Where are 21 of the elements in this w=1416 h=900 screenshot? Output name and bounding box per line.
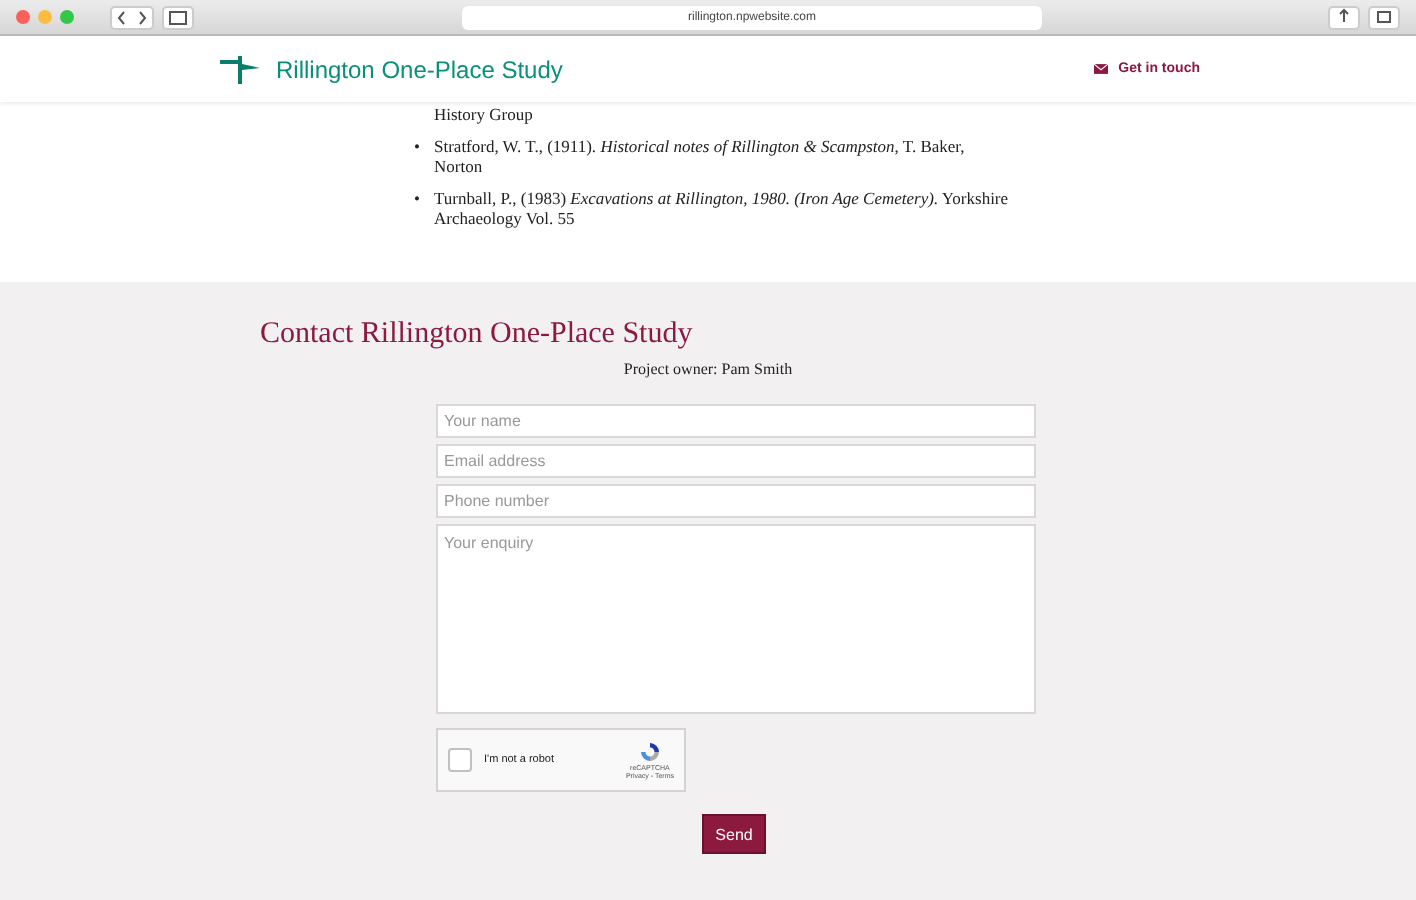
- project-owner: Project owner: Pam Smith: [621, 360, 795, 378]
- enquiry-field[interactable]: Your enquiry: [436, 524, 1036, 714]
- envelope-icon: [1094, 64, 1109, 74]
- send-button[interactable]: Send: [702, 814, 766, 854]
- tabs-icon[interactable]: [1368, 5, 1400, 29]
- input-field[interactable]: Phone number: [436, 484, 1036, 518]
- bullet: •: [414, 188, 420, 208]
- contact-heading: Contact Rillington One-Place Study: [260, 318, 695, 352]
- recaptcha-icon: [637, 740, 662, 764]
- reference-entry: History Group: [434, 104, 535, 124]
- site-title[interactable]: Rillington One-Place Study: [276, 55, 563, 83]
- signpost-icon: [220, 53, 260, 85]
- reference-entry: Turnball, P., (1983) Excavations at Rillington, 1980. (Iron Age Cemetery). Yorkshire Archaeology Vol. 55: [434, 188, 1011, 228]
- input-field[interactable]: Email address: [436, 444, 1036, 478]
- back-forward-icon[interactable]: [110, 5, 154, 29]
- share-icon[interactable]: [1328, 5, 1360, 29]
- captcha-checkbox[interactable]: [448, 748, 472, 772]
- reference-entry: Stratford, W. T., (1911). Historical notes of Rillington & Scampston, T. Baker, Norton: [434, 136, 967, 176]
- sidebar-icon[interactable]: [162, 5, 194, 29]
- input-field[interactable]: Your name: [436, 404, 1036, 438]
- bullet: •: [414, 136, 420, 156]
